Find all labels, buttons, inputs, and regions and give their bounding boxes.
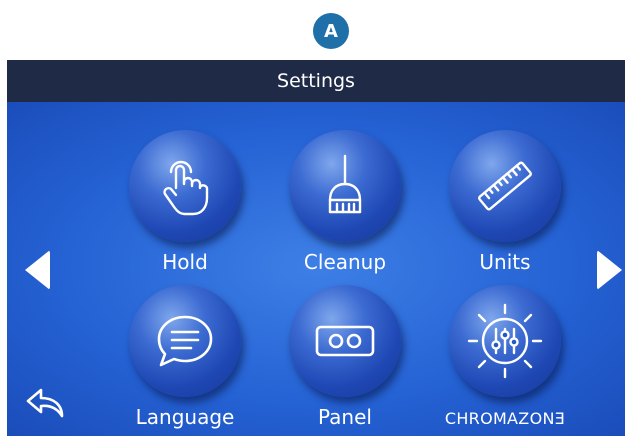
hold-label: Hold	[162, 250, 208, 274]
panel-label: Panel	[318, 405, 372, 429]
panel-icon	[315, 325, 375, 357]
hold-circle[interactable]	[129, 130, 241, 242]
language-label: Language	[135, 405, 235, 429]
page-title: Settings	[277, 70, 355, 92]
units-label: Units	[479, 250, 531, 274]
back-arrow-icon	[26, 388, 64, 418]
spa-control-screen: Settings Hold Cleanup Units Language Pan…	[7, 60, 625, 436]
broom-icon	[328, 154, 362, 214]
language-circle[interactable]	[129, 285, 241, 397]
speech-bubble-icon	[157, 315, 213, 367]
right-arrow-icon[interactable]	[597, 250, 622, 290]
ruler-icon	[478, 161, 532, 211]
callout-badge-letter: A	[324, 20, 338, 42]
cleanup-circle[interactable]	[289, 130, 401, 242]
chromazone-circle[interactable]	[449, 285, 561, 397]
left-arrow-icon[interactable]	[25, 250, 50, 290]
back-button[interactable]	[25, 386, 65, 420]
touch-hand-icon	[163, 160, 209, 216]
chromazone-icon	[467, 303, 543, 379]
panel-circle[interactable]	[289, 285, 401, 397]
callout-badge: A	[313, 13, 349, 49]
units-circle[interactable]	[449, 130, 561, 242]
chromazone-label: CHROMAZONƎ	[444, 409, 566, 428]
cleanup-label: Cleanup	[303, 250, 387, 274]
title-bar: Settings	[7, 60, 625, 102]
